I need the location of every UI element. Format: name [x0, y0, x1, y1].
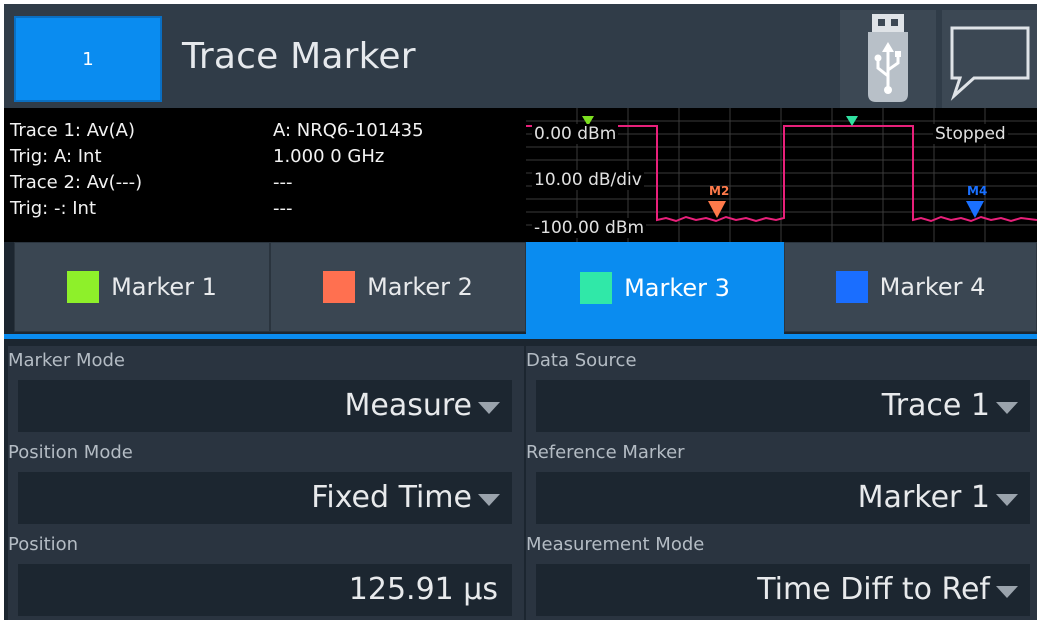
channel-button[interactable]: 1	[14, 16, 162, 102]
chevron-down-icon	[478, 494, 500, 506]
m4-label: M4	[967, 184, 987, 198]
marker1-swatch	[67, 271, 100, 303]
trig2-info: Trig: -: Int	[10, 198, 97, 219]
data-source-dropdown[interactable]: Trace 1	[536, 380, 1030, 432]
position-input[interactable]: 125.91 µs	[18, 564, 512, 616]
chevron-down-icon	[478, 402, 500, 414]
tab-marker-2[interactable]: Marker 2	[270, 242, 526, 332]
ref-level-label: 0.00 dBm	[532, 124, 619, 144]
scale-label: 10.00 dB/div	[532, 170, 644, 190]
trace2-info: Trace 2: Av(---)	[10, 172, 143, 193]
page-title: Trace Marker	[182, 36, 416, 77]
marker-mode-setting: Marker Mode Measure	[8, 346, 524, 438]
screen: 1 Trace Marker Trace 1: Av(A) Trig: A: I…	[4, 4, 1037, 620]
measurement-mode-setting: Measurement Mode Time Diff to Ref	[526, 530, 1037, 620]
marker3-swatch	[580, 272, 613, 304]
trig1-info: Trig: A: Int	[10, 146, 102, 167]
header-bar: 1 Trace Marker	[4, 4, 1037, 108]
position-label: Position	[8, 534, 79, 555]
tab-marker-4-label: Marker 4	[879, 273, 986, 301]
measurement-mode-dropdown[interactable]: Time Diff to Ref	[536, 564, 1030, 616]
chevron-down-icon	[996, 402, 1018, 414]
marker4-indicator	[966, 201, 984, 218]
position-mode-label: Position Mode	[8, 442, 133, 463]
measurement-mode-label: Measurement Mode	[526, 534, 705, 555]
bottom-level-label: -100.00 dBm	[532, 218, 647, 238]
trace-preview-plot[interactable]: M2 M4 0.00 dBm 10.00 dB/div -100.00 dBm …	[526, 108, 1037, 242]
tab-marker-3-label: Marker 3	[624, 274, 730, 302]
data-source-setting: Data Source Trace 1	[526, 346, 1037, 438]
position-mode-setting: Position Mode Fixed Time	[8, 438, 524, 530]
channel-label: 1	[82, 48, 94, 70]
marker-mode-label: Marker Mode	[8, 350, 125, 371]
reference-marker-setting: Reference Marker Marker 1	[526, 438, 1037, 530]
marker-mode-dropdown[interactable]: Measure	[18, 380, 512, 432]
measurement-mode-value: Time Diff to Ref	[757, 572, 990, 607]
usb-icon	[868, 14, 908, 102]
tab-marker-2-label: Marker 2	[367, 273, 473, 301]
reference-marker-value: Marker 1	[857, 480, 990, 515]
message-button[interactable]	[942, 10, 1037, 108]
marker4-swatch	[835, 271, 868, 303]
tab-marker-4[interactable]: Marker 4	[784, 242, 1037, 332]
dash-info-1: ---	[273, 172, 293, 193]
marker2-indicator	[708, 201, 726, 218]
position-mode-value: Fixed Time	[311, 480, 472, 515]
message-bubble-icon	[950, 26, 1030, 101]
trace-info-right: A: NRQ6-101435 1.000 0 GHz --- ---	[273, 118, 424, 222]
usb-button[interactable]	[840, 10, 936, 108]
chevron-down-icon	[996, 494, 1018, 506]
reference-marker-dropdown[interactable]: Marker 1	[536, 472, 1030, 524]
m2-label: M2	[709, 184, 729, 198]
tab-marker-3[interactable]: Marker 3	[526, 242, 784, 334]
chevron-down-icon	[996, 586, 1018, 598]
marker2-swatch	[323, 271, 356, 303]
data-source-label: Data Source	[526, 350, 637, 371]
tab-marker-1[interactable]: Marker 1	[14, 242, 270, 332]
sensor-info: A: NRQ6-101435	[273, 120, 424, 141]
reference-marker-label: Reference Marker	[526, 442, 685, 463]
data-source-value: Trace 1	[881, 388, 990, 423]
position-mode-dropdown[interactable]: Fixed Time	[18, 472, 512, 524]
position-setting: Position 125.91 µs	[8, 530, 524, 620]
frequency-info: 1.000 0 GHz	[273, 146, 385, 167]
tab-underline	[4, 334, 1037, 339]
dash-info-2: ---	[273, 198, 293, 219]
marker-tabs: Marker 1 Marker 2 Marker 3 Marker 4	[4, 242, 1037, 338]
marker-mode-value: Measure	[344, 388, 473, 423]
position-value: 125.91 µs	[348, 572, 498, 607]
trace-info-left: Trace 1: Av(A) Trig: A: Int Trace 2: Av(…	[10, 118, 142, 222]
tab-marker-1-label: Marker 1	[111, 273, 217, 301]
status-label: Stopped	[933, 124, 1008, 144]
trace1-info: Trace 1: Av(A)	[10, 120, 135, 141]
trace-info-panel: Trace 1: Av(A) Trig: A: Int Trace 2: Av(…	[4, 108, 526, 242]
